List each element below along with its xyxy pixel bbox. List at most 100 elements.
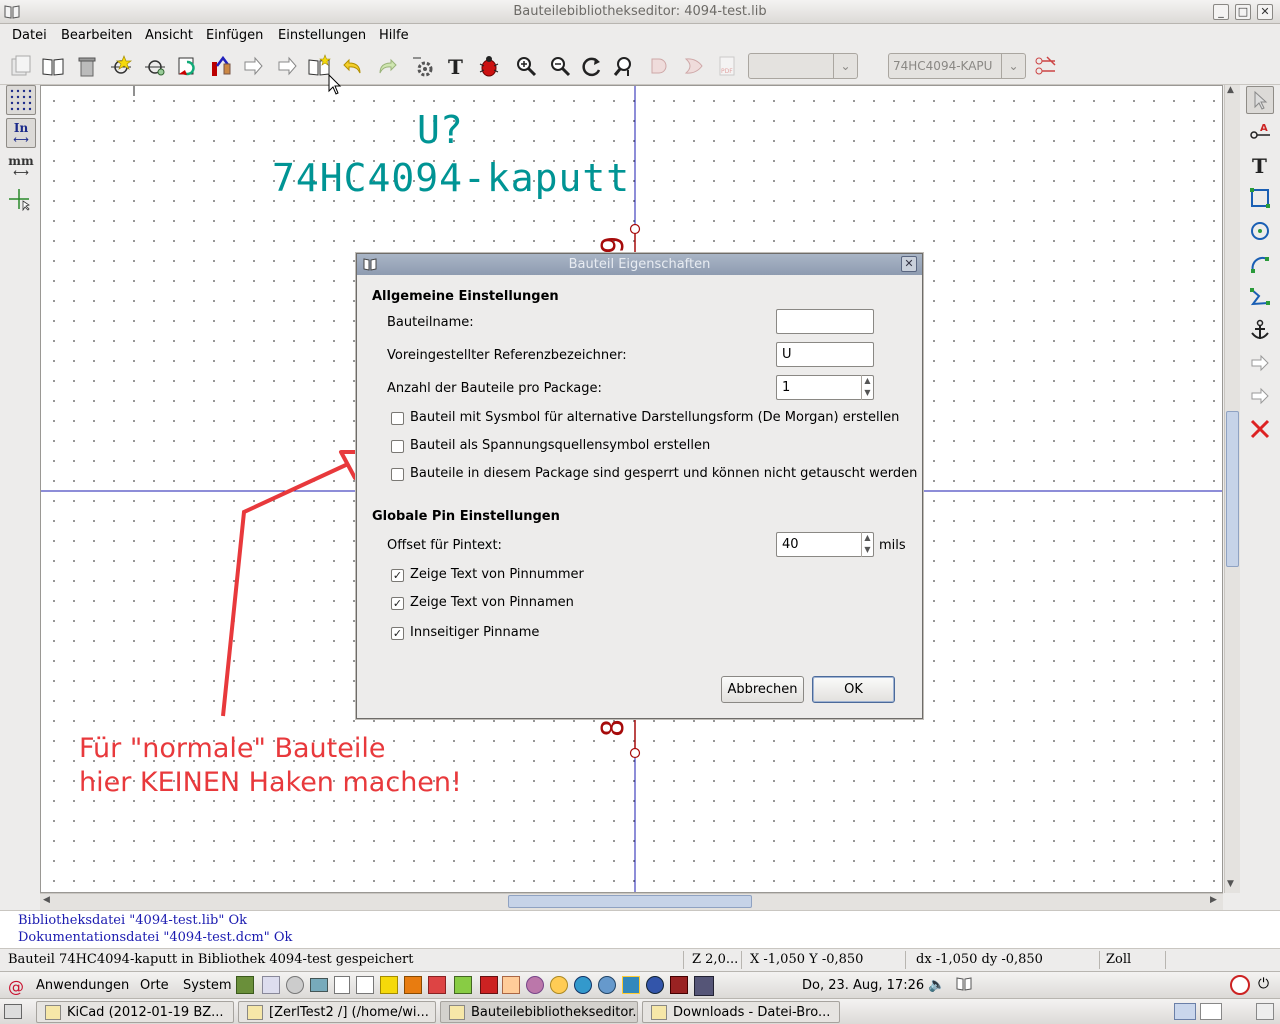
text-editor-icon[interactable] <box>334 976 350 994</box>
workspace-1-icon[interactable] <box>1174 1003 1196 1020</box>
scroll-right-icon[interactable]: ▶ <box>1210 895 1217 905</box>
demorgan-checkbox[interactable] <box>391 412 404 425</box>
redo-icon[interactable] <box>374 53 400 79</box>
maximize-icon[interactable]: □ <box>1235 4 1251 20</box>
grid-toggle-icon[interactable] <box>6 85 36 115</box>
menu-bearbeiten[interactable]: Bearbeiten <box>61 28 132 43</box>
zoom-redraw-icon[interactable] <box>579 53 605 79</box>
volume-icon[interactable]: 🔈 <box>928 977 945 993</box>
tools-icon[interactable] <box>404 976 422 994</box>
pcb-icon[interactable] <box>428 976 446 994</box>
lock-icon[interactable] <box>550 976 568 994</box>
clock[interactable]: Do, 23. Aug, 17:26 <box>802 978 924 993</box>
undo-icon[interactable] <box>340 53 366 79</box>
cursor-shape-icon[interactable] <box>6 184 36 214</box>
spin-arrows-icon[interactable]: ▲ ▼ <box>861 375 873 400</box>
new-component-icon[interactable] <box>108 53 134 79</box>
units-locked-checkbox[interactable] <box>391 468 404 481</box>
add-rectangle-icon[interactable] <box>1246 184 1274 212</box>
menu-einstellungen[interactable]: Einstellungen <box>278 28 366 43</box>
ok-button[interactable]: OK <box>812 676 895 703</box>
globe-icon[interactable] <box>646 976 664 994</box>
browser-icon[interactable] <box>574 976 592 994</box>
menu-applications[interactable]: Anwendungen <box>36 978 129 993</box>
name-input[interactable] <box>776 309 874 334</box>
tex-editor-icon[interactable] <box>262 976 280 994</box>
import-icon[interactable] <box>174 53 200 79</box>
dialog-close-icon[interactable]: ✕ <box>901 256 917 272</box>
body-normal-icon[interactable] <box>647 53 673 79</box>
part-select-combo[interactable]: ⌄ <box>748 53 858 79</box>
save-library-icon[interactable] <box>8 53 34 79</box>
delete-component-icon[interactable] <box>74 53 100 79</box>
check-icon[interactable] <box>476 53 502 79</box>
menu-einfuegen[interactable]: Einfügen <box>206 28 263 43</box>
taskbar-item-kicad[interactable]: KiCad (2012-01-19 BZ... <box>36 1001 234 1023</box>
network-icon[interactable] <box>598 976 616 994</box>
pdf-reader-icon[interactable] <box>502 976 520 994</box>
show-pin-name-checkbox[interactable]: ✓ <box>391 597 404 610</box>
scroll-down-icon[interactable]: ▼ <box>1227 879 1234 889</box>
export-component-icon[interactable] <box>274 53 300 79</box>
taskbar-item-downloads[interactable]: Downloads - Datei-Bro... <box>642 1001 840 1023</box>
export-graphic-icon[interactable] <box>1246 382 1274 410</box>
scroll-up-icon[interactable]: ▲ <box>1227 85 1234 95</box>
pdf-icon[interactable]: PDF <box>714 53 740 79</box>
python-icon[interactable] <box>622 976 640 994</box>
pin-table-icon[interactable] <box>1032 53 1058 79</box>
zoom-in-icon[interactable] <box>513 53 539 79</box>
horizontal-scroll-thumb[interactable] <box>508 895 752 908</box>
grid-app-icon[interactable] <box>454 976 472 994</box>
power-symbol-checkbox[interactable] <box>391 440 404 453</box>
properties-icon[interactable] <box>410 53 436 79</box>
units-inch-button[interactable]: In ⟷ <box>6 118 36 148</box>
menu-hilfe[interactable]: Hilfe <box>379 28 409 43</box>
delete-item-icon[interactable] <box>1246 415 1274 443</box>
menu-places[interactable]: Orte <box>140 978 169 993</box>
current-library-icon[interactable] <box>40 53 66 79</box>
save-component-icon[interactable] <box>240 53 266 79</box>
power-icon[interactable]: ⏻ <box>1258 976 1269 992</box>
pointer-app-icon[interactable] <box>694 976 714 996</box>
horizontal-scrollbar[interactable]: ◀ ▶ <box>40 893 1223 910</box>
unit-count-spinner[interactable]: 1 ▲ ▼ <box>776 375 874 400</box>
export-icon[interactable] <box>208 53 234 79</box>
scroll-left-icon[interactable]: ◀ <box>43 895 50 905</box>
notes-icon[interactable] <box>356 976 374 994</box>
body-demorgan-icon[interactable] <box>681 53 707 79</box>
close-icon[interactable]: ✕ <box>1257 4 1273 20</box>
chat-icon[interactable] <box>526 976 544 994</box>
add-polyline-icon[interactable] <box>1246 283 1274 311</box>
kicad-icon[interactable] <box>480 976 498 994</box>
add-text-icon[interactable]: T <box>1246 151 1274 179</box>
menu-ansicht[interactable]: Ansicht <box>145 28 193 43</box>
menu-datei[interactable]: Datei <box>12 28 47 43</box>
pin-name-inside-checkbox[interactable]: ✓ <box>391 627 404 640</box>
pin-offset-spinner[interactable]: 40 ▲ ▼ <box>776 532 874 557</box>
menu-system[interactable]: System <box>183 978 231 993</box>
minimize-icon[interactable]: _ <box>1213 4 1229 20</box>
add-circle-icon[interactable] <box>1246 217 1274 245</box>
taskbar-item-zerltest[interactable]: [ZerlTest2 /] (/home/wi... <box>238 1001 436 1023</box>
units-mm-button[interactable]: mm ⟷ <box>6 151 36 181</box>
spin-arrows-icon[interactable]: ▲ ▼ <box>861 532 873 557</box>
book-icon[interactable] <box>956 976 972 991</box>
screenshot-app-icon[interactable] <box>670 976 688 994</box>
terminal-icon[interactable] <box>310 978 328 992</box>
mail-icon[interactable] <box>286 976 304 994</box>
text-icon[interactable]: T <box>443 53 469 79</box>
add-arc-icon[interactable] <box>1246 250 1274 278</box>
workspace-2-icon[interactable] <box>1200 1003 1222 1020</box>
calculator-icon[interactable] <box>236 976 254 994</box>
anchor-icon[interactable] <box>1246 316 1274 344</box>
import-graphic-icon[interactable] <box>1246 349 1274 377</box>
zoom-out-icon[interactable] <box>547 53 573 79</box>
taskbar-item-library-editor[interactable]: Bauteilebibliothekseditor... <box>440 1001 638 1023</box>
show-pin-number-checkbox[interactable]: ✓ <box>391 569 404 582</box>
zoom-fit-icon[interactable] <box>611 53 637 79</box>
vertical-scroll-thumb[interactable] <box>1226 411 1239 567</box>
reference-input[interactable] <box>776 342 874 367</box>
show-desktop-icon[interactable] <box>4 1004 22 1019</box>
sticky-note-icon[interactable] <box>380 976 398 994</box>
trash-icon[interactable] <box>1256 1003 1274 1020</box>
